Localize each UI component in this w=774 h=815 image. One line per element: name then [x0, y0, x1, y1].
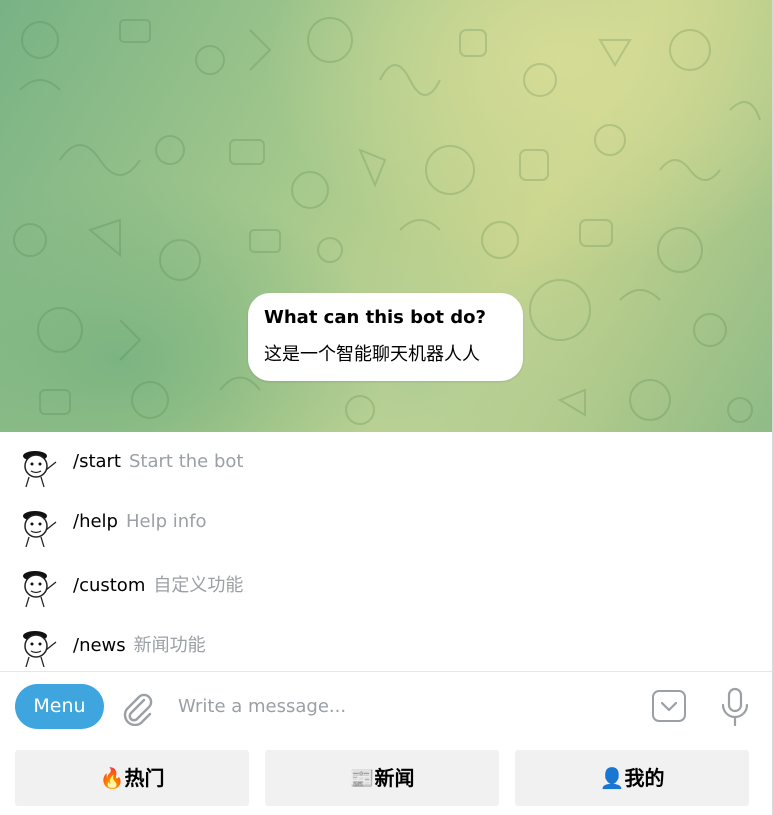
- command-name: /news: [73, 635, 126, 656]
- bot-avatar-icon: [23, 631, 57, 668]
- bot-avatar-icon: [23, 571, 57, 608]
- bot-info-card: What can this bot do? 这是一个智能聊天机器人人: [248, 293, 523, 381]
- command-item-custom[interactable]: /custom 自定义功能: [0, 552, 772, 612]
- keyboard-button-hot[interactable]: 🔥热门: [15, 750, 249, 806]
- command-description: 新闻功能: [133, 635, 206, 656]
- microphone-icon[interactable]: [719, 686, 751, 728]
- chat-background: What can this bot do? 这是一个智能聊天机器人人: [0, 0, 772, 432]
- bot-info-description: 这是一个智能聊天机器人人: [264, 344, 480, 365]
- command-description: Start the bot: [129, 451, 244, 472]
- keyboard-button-mine[interactable]: 👤我的: [515, 750, 749, 806]
- keyboard-button-news[interactable]: 📰新闻: [265, 750, 499, 806]
- command-item-help[interactable]: /help Help info: [0, 492, 772, 552]
- command-name: /custom: [73, 575, 146, 596]
- command-item-news[interactable]: /news 新闻功能: [0, 612, 772, 671]
- bot-info-title: What can this bot do?: [264, 307, 486, 328]
- reply-keyboard: 🔥热门 📰新闻 👤我的: [0, 742, 772, 815]
- command-name: /start: [73, 451, 121, 472]
- bot-avatar-icon: [23, 511, 57, 548]
- command-description: 自定义功能: [153, 575, 244, 596]
- command-item-start[interactable]: /start Start the bot: [0, 432, 772, 492]
- bot-avatar-icon: [23, 451, 57, 488]
- command-name: /help: [73, 511, 118, 532]
- message-composer: Menu: [0, 672, 772, 742]
- message-input[interactable]: [170, 688, 646, 724]
- keyboard-toggle-icon[interactable]: [651, 689, 687, 723]
- paperclip-icon[interactable]: [120, 690, 154, 726]
- command-description: Help info: [125, 511, 207, 532]
- menu-button[interactable]: Menu: [15, 684, 104, 729]
- command-list: /start Start the bot /help Help info /cust…: [0, 432, 772, 671]
